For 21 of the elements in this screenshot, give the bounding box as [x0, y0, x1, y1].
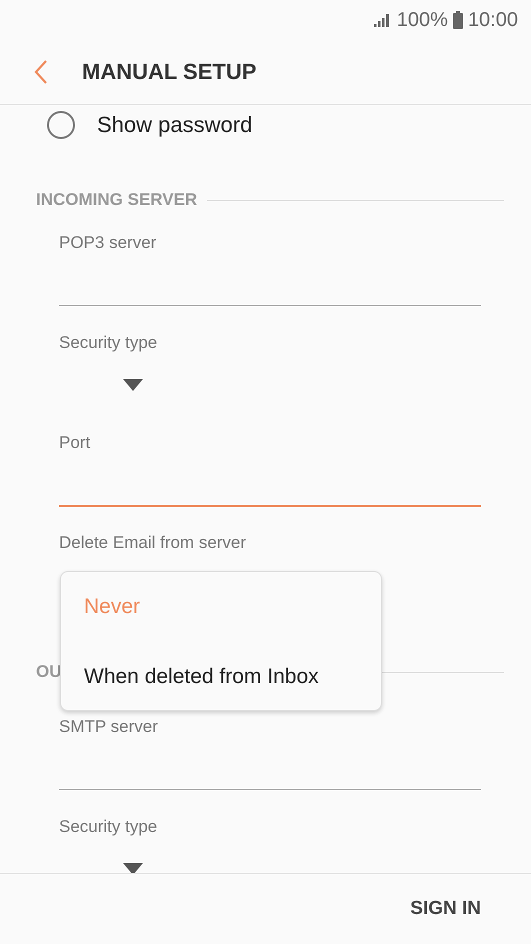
sign-in-button[interactable]: SIGN IN [400, 890, 491, 928]
radio-button[interactable] [47, 111, 75, 139]
section-header: INCOMING SERVER [36, 190, 198, 210]
screen-title: MANUAL SETUP [82, 59, 256, 85]
dropdown-arrow-icon[interactable] [123, 863, 143, 873]
field-label: Security type [59, 332, 158, 354]
clock: 10:00 [468, 8, 518, 32]
dropdown-arrow-icon[interactable] [123, 379, 143, 391]
back-icon[interactable] [34, 59, 48, 85]
field-label: SMTP server [59, 716, 159, 738]
field-label: Port [59, 432, 92, 454]
field-label: POP3 server [59, 232, 158, 254]
field-label: Delete Email from server [59, 532, 248, 554]
input-field[interactable] [59, 504, 481, 507]
signal-icon [374, 13, 392, 27]
section-header: OU [36, 662, 62, 682]
battery-icon [452, 11, 463, 29]
battery-percent: 100% [396, 8, 448, 32]
menu-item[interactable]: When deleted from Inbox [61, 642, 381, 712]
radio-label: Show password [97, 112, 252, 138]
field-label: Security type [59, 816, 158, 838]
